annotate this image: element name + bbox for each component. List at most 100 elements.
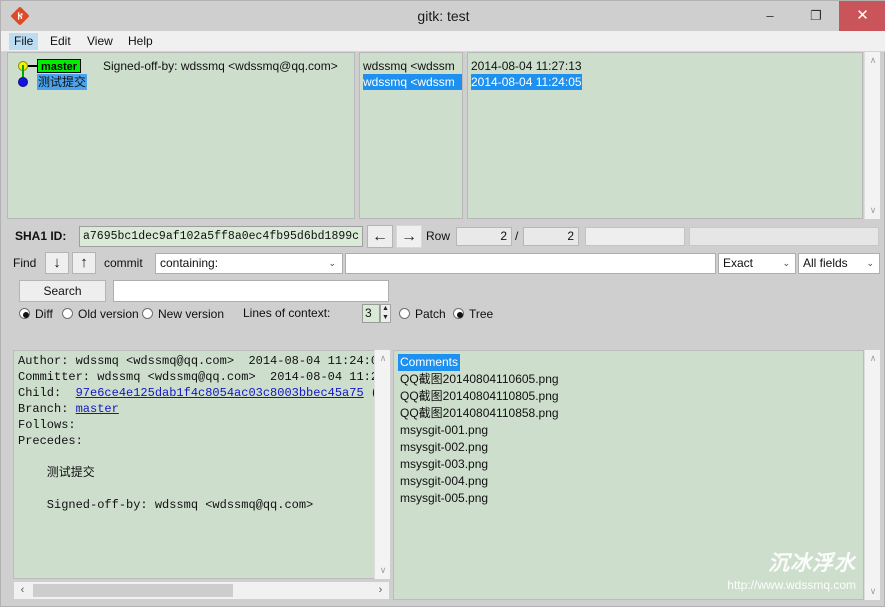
commit-detail-link[interactable]: master xyxy=(76,402,119,416)
field-scope-select[interactable]: All fields ⌄ xyxy=(798,253,880,274)
radio-patch[interactable]: Patch xyxy=(399,306,461,322)
commit-detail-line: 测试提交 xyxy=(18,465,389,481)
maximize-button[interactable]: ❐ xyxy=(793,1,839,31)
scroll-down-icon[interactable]: ∨ xyxy=(375,562,391,579)
commit-row[interactable]: master Signed-off-by: wdssmq <wdssmq@qq.… xyxy=(8,58,354,74)
find-scope-label: commit xyxy=(104,256,143,270)
client-area: master Signed-off-by: wdssmq <wdssmq@qq.… xyxy=(7,52,880,602)
commit-detail-line: Author: wdssmq <wdssmq@qq.com> 2014-08-0… xyxy=(18,353,389,369)
scroll-down-icon[interactable]: ∨ xyxy=(865,583,881,600)
commit-detail-line-prefix: Child: xyxy=(18,386,76,400)
menu-item-file[interactable]: File xyxy=(9,33,38,50)
date-cell: 2014-08-04 11:27:13 xyxy=(471,58,582,74)
gitk-window: gitk: test – ❐ ✕ File Edit View Help mas… xyxy=(0,0,885,607)
file-tree-item[interactable]: QQ截图20140804110605.png xyxy=(398,371,561,388)
scroll-thumb[interactable] xyxy=(33,584,233,597)
file-tree-item[interactable]: QQ截图20140804110805.png xyxy=(398,388,561,405)
commit-list-vertical-scrollbar[interactable]: ∧ ∨ xyxy=(864,52,880,219)
title-bar: gitk: test – ❐ ✕ xyxy=(1,1,885,31)
find-mode-value: containing: xyxy=(160,256,218,270)
commit-detail-line: Precedes: xyxy=(18,433,389,449)
menu-item-help[interactable]: Help xyxy=(123,33,158,50)
menu-item-view[interactable]: View xyxy=(82,33,118,50)
radio-new-version[interactable]: New version xyxy=(142,306,237,322)
scroll-up-icon[interactable]: ∧ xyxy=(865,52,881,69)
scroll-up-icon[interactable]: ∧ xyxy=(865,350,881,367)
find-mode-select[interactable]: containing: ⌄ xyxy=(155,253,343,274)
lines-of-context-stepper[interactable]: ▲ ▼ xyxy=(380,304,391,323)
match-mode-select[interactable]: Exact ⌄ xyxy=(718,253,796,274)
file-tree-item[interactable]: QQ截图20140804110858.png xyxy=(398,405,561,422)
author-cell: wdssmq <wdssm xyxy=(363,74,463,90)
history-back-icon[interactable]: ← xyxy=(367,225,393,248)
radio-tree[interactable]: Tree xyxy=(453,306,508,322)
scroll-up-icon[interactable]: ∧ xyxy=(375,350,391,367)
file-tree-item[interactable]: msysgit-003.png xyxy=(398,456,490,473)
find-toolbar: Find ↓ ↑ commit containing: ⌄ Exact ⌄ Al… xyxy=(7,251,880,276)
commit-list: master Signed-off-by: wdssmq <wdssmq@qq.… xyxy=(7,52,880,219)
commit-detail-horizontal-scrollbar[interactable]: ‹ › xyxy=(13,581,390,600)
radio-new-version-label: New version xyxy=(158,306,224,322)
stepper-down-icon[interactable]: ▼ xyxy=(381,314,390,322)
commit-graph-column[interactable]: master Signed-off-by: wdssmq <wdssmq@qq.… xyxy=(7,52,355,219)
file-tree-item[interactable]: msysgit-004.png xyxy=(398,473,490,490)
close-icon: ✕ xyxy=(839,1,885,31)
stepper-up-icon[interactable]: ▲ xyxy=(381,305,390,313)
chevron-down-icon: ⌄ xyxy=(328,254,336,273)
sha1-input[interactable]: a7695bc1dec9af102a5ff8a0ec4fb95d6bd1899c xyxy=(79,226,363,247)
radio-dot-icon xyxy=(142,308,153,319)
row-label: Row xyxy=(426,229,450,243)
commit-detail-line-prefix: Branch: xyxy=(18,402,76,416)
row-current-input[interactable]: 2 xyxy=(456,227,512,246)
file-tree-item[interactable]: msysgit-001.png xyxy=(398,422,490,439)
search-options-toolbar: Search Diff Old version New version Line… xyxy=(7,278,880,326)
date-cell: 2014-08-04 11:24:05 xyxy=(471,74,582,90)
lines-of-context-label: Lines of context: xyxy=(243,306,330,320)
commit-detail-vertical-scrollbar[interactable]: ∧ ∨ xyxy=(374,350,390,579)
commit-node-icon xyxy=(18,77,28,87)
file-tree-item[interactable]: msysgit-005.png xyxy=(398,490,490,507)
commit-detail-link[interactable]: 97e6ce4e125dab1f4c8054ac03c8003bbec45a75 xyxy=(76,386,364,400)
commit-date-column[interactable]: 2014-08-04 11:27:13 2014-08-04 11:24:05 xyxy=(467,52,863,219)
radio-old-version[interactable]: Old version xyxy=(62,306,152,322)
lines-of-context-input[interactable]: 3 xyxy=(362,304,380,323)
commit-detail-line: Child: 97e6ce4e125dab1f4c8054ac03c8003bb… xyxy=(18,385,389,401)
radio-dot-icon xyxy=(399,308,410,319)
commit-message: 测试提交 xyxy=(37,74,87,90)
file-tree-vertical-scrollbar[interactable]: ∧ ∨ xyxy=(864,350,880,600)
sha1-label: SHA1 ID: xyxy=(15,229,66,243)
find-next-icon[interactable]: ↓ xyxy=(45,252,69,274)
commit-detail-line: Follows: xyxy=(18,417,389,433)
match-mode-value: Exact xyxy=(723,256,753,270)
bottom-panes: Author: wdssmq <wdssmq@qq.com> 2014-08-0… xyxy=(7,326,880,602)
file-tree-item[interactable]: msysgit-002.png xyxy=(398,439,490,456)
minimize-button[interactable]: – xyxy=(747,1,793,31)
commit-detail-line xyxy=(18,481,389,497)
radio-patch-label: Patch xyxy=(415,306,446,322)
file-tree-pane[interactable]: CommentsQQ截图20140804110605.pngQQ截图201408… xyxy=(393,350,864,600)
search-button[interactable]: Search xyxy=(19,280,106,302)
minimize-icon: – xyxy=(747,1,793,31)
commit-row[interactable]: 测试提交 xyxy=(8,74,354,90)
file-tree-item[interactable]: Comments xyxy=(398,354,460,371)
scroll-down-icon[interactable]: ∨ xyxy=(865,202,881,219)
commit-detail-pane[interactable]: Author: wdssmq <wdssmq@qq.com> 2014-08-0… xyxy=(13,350,389,579)
close-button[interactable]: ✕ xyxy=(839,1,885,31)
row-status-field xyxy=(689,227,879,246)
menu-bar: File Edit View Help xyxy=(1,31,885,52)
search-input[interactable] xyxy=(113,280,389,302)
commit-author-column[interactable]: wdssmq <wdssm wdssmq <wdssm xyxy=(359,52,463,219)
scroll-left-icon[interactable]: ‹ xyxy=(14,582,31,599)
row-extra-field[interactable] xyxy=(585,227,685,246)
field-scope-value: All fields xyxy=(803,256,848,270)
radio-dot-icon xyxy=(453,308,464,319)
radio-dot-icon xyxy=(62,308,73,319)
scroll-right-icon[interactable]: › xyxy=(372,582,389,599)
find-prev-icon[interactable]: ↑ xyxy=(72,252,96,274)
history-forward-icon[interactable]: → xyxy=(396,225,422,248)
branch-tag-master[interactable]: master xyxy=(37,59,81,73)
find-input[interactable] xyxy=(345,253,716,274)
commit-detail-line: Signed-off-by: wdssmq <wdssmq@qq.com> xyxy=(18,497,389,513)
radio-tree-label: Tree xyxy=(469,306,493,322)
menu-item-edit[interactable]: Edit xyxy=(45,33,76,50)
